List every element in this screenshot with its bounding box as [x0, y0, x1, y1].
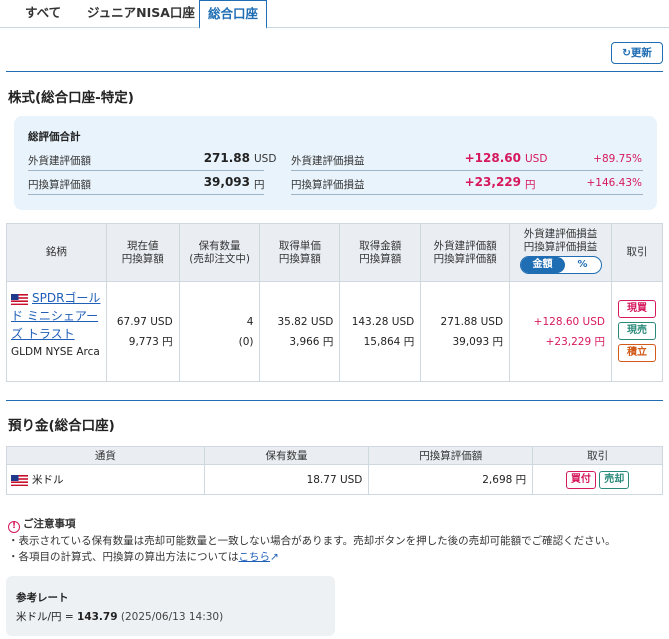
amount-yen: 15,864 円	[363, 335, 415, 348]
deposit-yen: 2,698 円	[368, 464, 534, 495]
amount-percent-toggle[interactable]: 金額 %	[519, 255, 602, 274]
yen-value: 39,093	[203, 175, 250, 189]
divider	[6, 400, 663, 401]
foreign-value-unit: USD	[254, 153, 277, 165]
col-deposit-qty: 保有数量	[203, 446, 370, 465]
value: 271.88 USD	[440, 315, 504, 328]
quantity: 4	[246, 315, 254, 328]
external-link-icon: ↗	[269, 551, 279, 563]
foreign-pl-unit: USD	[525, 153, 548, 165]
notes-line-1: ・表示されている保有数量は売却可能数量と一致しない場合があります。売却ボタンを押…	[8, 535, 616, 547]
deposit-currency: 米ドル	[32, 474, 64, 486]
divider	[291, 194, 643, 195]
us-flag-icon	[11, 293, 28, 305]
tab-general-account[interactable]: 総合口座	[199, 0, 268, 29]
deposit-qty: 18.77 USD	[203, 464, 370, 495]
rate-value: 143.79	[77, 611, 118, 623]
col-pl: 外貨建評価損益 円換算評価損益 金額 %	[509, 223, 612, 282]
foreign-value-label: 外貨建評価額	[28, 155, 91, 167]
rate-line: 米ドル/円 = 143.79 (2025/06/13 14:30)	[16, 611, 224, 623]
sell-button[interactable]: 売却	[599, 470, 630, 489]
col-deposit-yen: 円換算評価額	[368, 446, 534, 465]
alert-icon: !	[8, 521, 20, 533]
deposit-table: 通貨 保有数量 円換算評価額 取引 米ドル 18.77 USD 2,698 円 …	[6, 446, 663, 495]
spot-buy-button[interactable]: 現買	[617, 300, 656, 318]
yen-pl-unit: 円	[525, 179, 536, 191]
tab-junior-nisa[interactable]: ジュニアNISA口座	[87, 0, 195, 28]
holdings-table: 銘柄 現在値 円換算額 保有数量 (売却注文中) 取得単価 円換算額 取得金額 円換算額…	[6, 223, 664, 382]
yen-pl-label: 円換算評価損益	[291, 179, 365, 191]
divider	[28, 170, 264, 171]
value-yen: 39,093 円	[452, 335, 504, 348]
refresh-button[interactable]: ↻更新	[611, 42, 663, 64]
price-yen: 9,773 円	[128, 335, 173, 348]
col-cost: 取得単価 円換算額	[259, 223, 341, 282]
foreign-pl-label: 外貨建評価損益	[291, 155, 365, 167]
profit-loss: +128.60 USD	[533, 315, 605, 328]
foreign-pl-pct: +89.75%	[593, 153, 642, 165]
cost-yen: 3,966 円	[289, 335, 334, 348]
table-row: SPDRゴールド ミニシェアーズ トラスト GLDM NYSE Arca 67.…	[6, 281, 664, 382]
col-name: 銘柄	[6, 223, 107, 282]
yen-pl-pct: +146.43%	[586, 177, 642, 189]
foreign-value: 271.88	[203, 151, 250, 165]
rate-title: 参考レート	[16, 592, 69, 604]
buy-button[interactable]: 買付	[565, 470, 596, 489]
table-row: 米ドル 18.77 USD 2,698 円 買付 売却	[6, 464, 663, 495]
col-amount: 取得金額 円換算額	[339, 223, 422, 282]
refresh-icon: ↻	[622, 47, 631, 59]
col-value: 外貨建評価額 円換算評価額	[420, 223, 511, 282]
toggle-amount[interactable]: 金額	[520, 256, 565, 273]
divider	[6, 71, 663, 72]
details-link[interactable]: こちら	[238, 551, 270, 563]
cost: 35.82 USD	[277, 315, 334, 328]
quantity-selling: (0)	[238, 335, 254, 348]
notes-title: ! ご注意事項	[8, 516, 76, 533]
divider	[291, 170, 643, 171]
accumulate-button[interactable]: 積立	[617, 344, 656, 362]
price: 67.97 USD	[116, 315, 173, 328]
amount: 143.28 USD	[351, 315, 415, 328]
toggle-percent[interactable]: %	[565, 257, 601, 273]
summary-panel: 総評価合計 外貨建評価額 271.88 USD 円換算評価額 39,093 円 …	[14, 116, 657, 210]
foreign-pl: +128.60	[464, 151, 521, 165]
stock-ticker: GLDM NYSE Arca	[11, 346, 100, 358]
reference-rate-panel: 参考レート 米ドル/円 = 143.79 (2025/06/13 14:30)	[6, 576, 335, 636]
stock-section-title: 株式(総合口座-特定)	[8, 90, 134, 106]
col-deposit-trade: 取引	[532, 446, 663, 465]
us-flag-icon	[11, 474, 28, 486]
refresh-label: 更新	[630, 47, 652, 59]
yen-value-label: 円換算評価額	[28, 179, 91, 191]
yen-value-unit: 円	[254, 179, 265, 191]
divider	[28, 194, 264, 195]
rate-timestamp: (2025/06/13 14:30)	[120, 611, 224, 623]
summary-heading: 総評価合計	[28, 131, 81, 143]
account-tabs: すべて ジュニアNISA口座 総合口座	[0, 0, 669, 29]
col-price: 現在値 円換算額	[105, 223, 180, 282]
yen-pl: +23,229	[464, 175, 521, 189]
col-qty: 保有数量 (売却注文中)	[178, 223, 261, 282]
profit-loss-yen: +23,229 円	[545, 335, 605, 348]
tab-all[interactable]: すべて	[25, 0, 61, 28]
col-trade: 取引	[610, 223, 664, 282]
spot-sell-button[interactable]: 現売	[617, 322, 656, 340]
col-currency: 通貨	[6, 446, 205, 465]
notes-line-2: ・各項目の計算式、円換算の算出方法についてはこちら↗	[8, 551, 279, 563]
deposit-section-title: 預り金(総合口座)	[8, 418, 115, 434]
